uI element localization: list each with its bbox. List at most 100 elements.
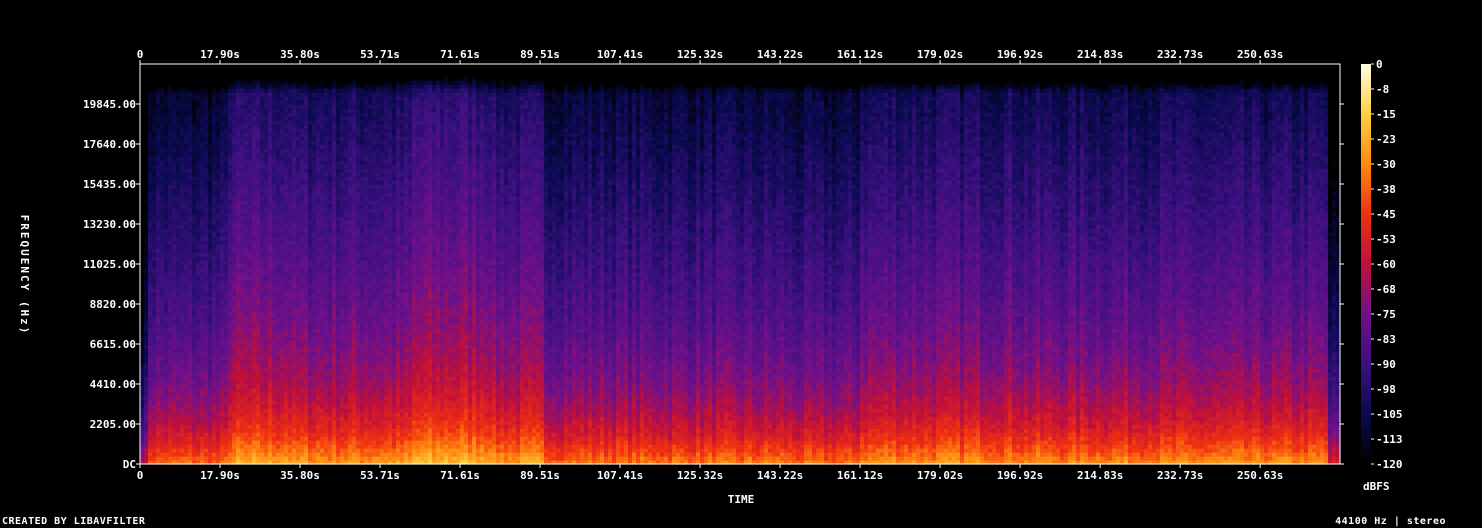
spectrogram-row (140, 104, 1341, 109)
spectrogram-row (140, 364, 1341, 369)
x-tick-label-top: 250.63s (1237, 48, 1283, 61)
spectrogram-row (140, 264, 1341, 269)
spectrogram-row (140, 388, 1341, 393)
spectrogram-row (140, 280, 1341, 285)
spectrogram-row (140, 184, 1341, 189)
colorbar-tick-label: -60 (1376, 258, 1396, 271)
y-tick-label: 11025.00 (83, 258, 136, 271)
spectrogram-row (140, 392, 1341, 397)
spectrogram-row (140, 168, 1341, 173)
spectrogram-row (140, 144, 1341, 149)
spectrogram-row (140, 188, 1341, 193)
x-tick-label-bottom: 179.02s (917, 469, 963, 482)
spectrogram-row (140, 160, 1341, 165)
colorbar-tick-label: -15 (1376, 108, 1396, 121)
y-tick-label: 17640.00 (83, 138, 136, 151)
x-tick-label-top: 71.61s (440, 48, 480, 61)
x-tick-label-bottom: 107.41s (597, 469, 643, 482)
spectrogram-row (140, 164, 1341, 169)
x-tick-label-bottom: 0 (137, 469, 144, 482)
spectrogram-row (140, 276, 1341, 281)
spectrogram-row (140, 412, 1341, 417)
spectrogram-row (140, 312, 1341, 317)
x-tick-label-bottom: 89.51s (520, 469, 560, 482)
spectrogram-row (140, 408, 1341, 413)
x-tick-label-top: 214.83s (1077, 48, 1123, 61)
spectrogram-row (140, 284, 1341, 289)
colorbar-tick-label: -120 (1376, 458, 1403, 471)
credit-text: CREATED BY LIBAVFILTER (2, 516, 145, 527)
spectrogram-row (140, 148, 1341, 153)
colorbar-tick-label: -105 (1376, 408, 1403, 421)
spectrogram-row (140, 100, 1341, 105)
spectrogram-row (140, 372, 1341, 377)
spectrogram-row (140, 88, 1341, 93)
colorbar (1361, 64, 1371, 464)
spectrogram-row (140, 304, 1341, 309)
spectrogram-row (140, 228, 1341, 233)
colorbar-tick-label: -23 (1376, 133, 1396, 146)
x-axis-label: TIME (728, 493, 755, 506)
colorbar-tick-label: -98 (1376, 383, 1396, 396)
x-tick-label-top: 0 (137, 48, 144, 61)
spectrogram-row (140, 140, 1341, 145)
x-tick-label-top: 35.80s (280, 48, 320, 61)
colorbar-label: dBFS (1363, 480, 1390, 493)
spectrogram-row (140, 344, 1341, 349)
spectrogram-row (140, 440, 1341, 445)
spectrogram-row (140, 256, 1341, 261)
spectrogram-row (140, 428, 1341, 433)
x-tick-label-bottom: 161.12s (837, 469, 883, 482)
spectrogram-row (140, 456, 1341, 461)
spectrogram-row (140, 336, 1341, 341)
spectrogram-row (140, 236, 1341, 241)
spectrogram-row (140, 240, 1341, 245)
spectrogram-row (140, 224, 1341, 229)
spectrogram-row (140, 324, 1341, 329)
colorbar-tick-label: -113 (1376, 433, 1403, 446)
spectrogram-row (140, 320, 1341, 325)
spectrogram-row (140, 128, 1341, 133)
spectrogram-row (140, 308, 1341, 313)
colorbar-tick-label: -45 (1376, 208, 1396, 221)
x-tick-label-top: 89.51s (520, 48, 560, 61)
x-tick-label-top: 143.22s (757, 48, 803, 61)
spectrogram-row (140, 420, 1341, 425)
x-tick-label-bottom: 35.80s (280, 469, 320, 482)
spectrogram-row (140, 72, 1341, 77)
spectrogram-row (140, 252, 1341, 257)
y-tick-label: 6615.00 (90, 338, 136, 351)
spectrogram-row (140, 272, 1341, 277)
colorbar-tick-label: -53 (1376, 233, 1396, 246)
spectrogram-row (140, 332, 1341, 337)
y-tick-label: 2205.00 (90, 418, 136, 431)
spectrogram-row (140, 268, 1341, 273)
spectrogram-row (140, 116, 1341, 121)
spectrogram-row (140, 64, 1341, 69)
spectrogram-row (140, 124, 1341, 129)
colorbar-tick-label: -83 (1376, 333, 1396, 346)
spectrogram-row (140, 84, 1341, 89)
x-tick-label-top: 232.73s (1157, 48, 1203, 61)
colorbar-tick-label: -75 (1376, 308, 1396, 321)
spectrogram-row (140, 296, 1341, 301)
spectrogram-row (140, 152, 1341, 157)
x-tick-label-top: 53.71s (360, 48, 400, 61)
x-tick-label-bottom: 250.63s (1237, 469, 1283, 482)
spectrogram-row (140, 400, 1341, 405)
spectrogram-row (140, 120, 1341, 125)
spectrogram-row (140, 448, 1341, 453)
spectrogram-row (140, 452, 1341, 457)
spectrogram-row (140, 132, 1341, 137)
y-tick-label: 13230.00 (83, 218, 136, 231)
y-tick-label: DC (123, 458, 136, 471)
y-tick-label: 15435.00 (83, 178, 136, 191)
spectrogram-row (140, 108, 1341, 113)
spectrogram-row (140, 216, 1341, 221)
spectrogram-row (140, 416, 1341, 421)
spectrogram-row (140, 384, 1341, 389)
x-tick-label-bottom: 214.83s (1077, 469, 1123, 482)
spectrogram-row (140, 96, 1341, 101)
y-tick-label: 4410.00 (90, 378, 136, 391)
audio-format-text: 44100 Hz | stereo (1335, 516, 1446, 527)
